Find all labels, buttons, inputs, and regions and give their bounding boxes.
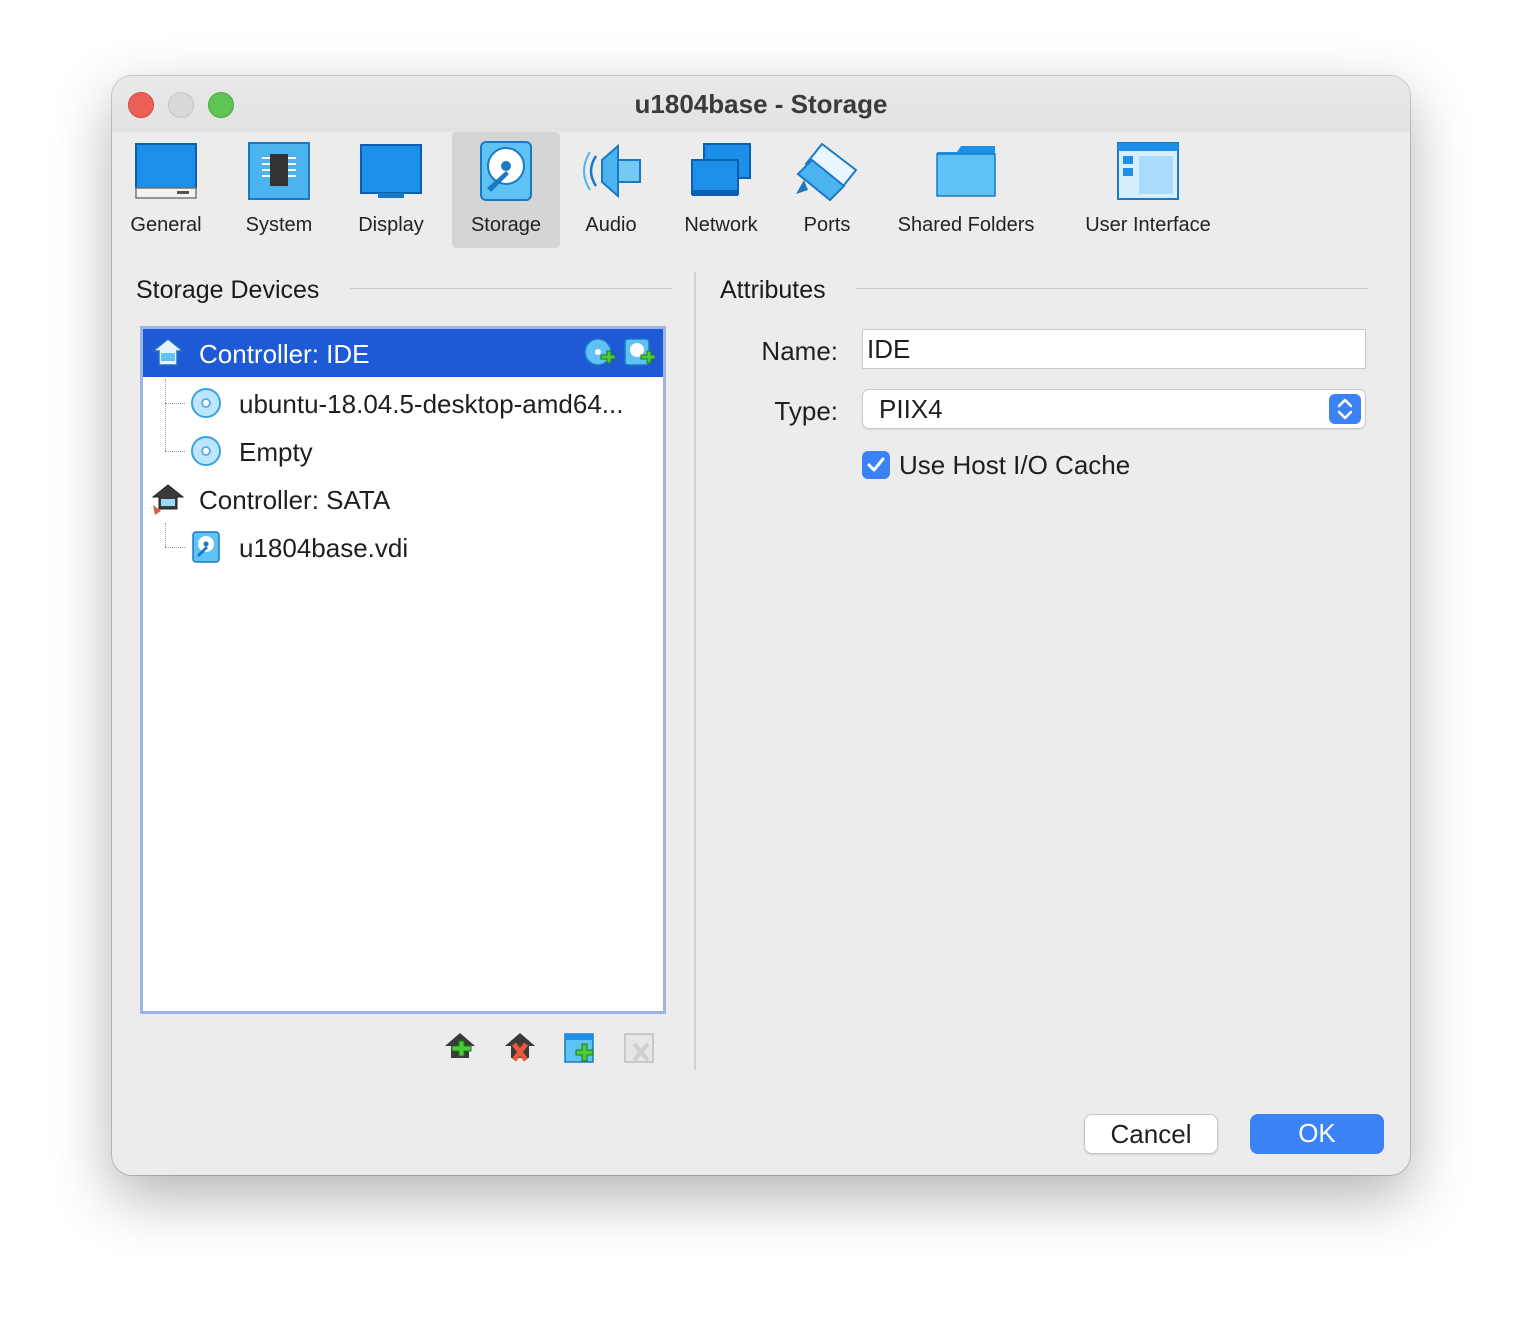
tab-general[interactable]: General <box>122 132 210 248</box>
storage-tree[interactable]: Controller: IDE ubuntu-18.04.5-desktop-a… <box>140 326 666 1014</box>
type-select-value: PIIX4 <box>879 394 943 424</box>
remove-controller-icon[interactable] <box>502 1030 538 1066</box>
general-icon <box>135 143 197 199</box>
title-bar[interactable]: u1804base - Storage <box>112 76 1410 132</box>
tree-item-optical-empty[interactable]: Empty <box>143 427 663 475</box>
storage-devices-title: Storage Devices <box>136 276 320 304</box>
ide-controller-icon <box>151 338 185 366</box>
tab-display[interactable]: Display <box>348 132 434 248</box>
tab-user-interface[interactable]: User Interface <box>1072 132 1224 248</box>
hard-disk-icon <box>192 531 220 563</box>
settings-window: u1804base - Storage General System Displ… <box>112 76 1410 1175</box>
display-monitor-icon <box>360 144 422 198</box>
ok-button[interactable]: OK <box>1250 1114 1384 1154</box>
add-hard-disk-icon[interactable] <box>623 337 655 369</box>
tab-audio[interactable]: Audio <box>568 132 654 248</box>
settings-toolbar: General System Display Storage Audio Net… <box>112 132 1410 250</box>
storage-disk-icon <box>480 141 532 201</box>
add-attachment-icon[interactable] <box>562 1030 598 1066</box>
chevron-up-down-icon <box>1329 394 1361 424</box>
cancel-button[interactable]: Cancel <box>1084 1114 1218 1154</box>
tree-item-controller-ide[interactable]: Controller: IDE <box>143 329 663 377</box>
attributes-separator <box>856 288 1368 289</box>
system-chip-icon <box>248 142 310 200</box>
host-io-cache-label[interactable]: Use Host I/O Cache <box>899 450 1130 481</box>
type-label: Type: <box>774 396 838 426</box>
tab-ports[interactable]: Ports <box>788 132 866 248</box>
remove-attachment-icon <box>624 1033 654 1063</box>
tab-system[interactable]: System <box>234 132 324 248</box>
ports-icon <box>796 142 858 202</box>
tree-item-optical-ubuntu[interactable]: ubuntu-18.04.5-desktop-amd64... <box>143 379 663 427</box>
tab-storage[interactable]: Storage <box>452 132 560 248</box>
type-select[interactable]: PIIX4 <box>862 389 1366 429</box>
attributes-title: Attributes <box>720 276 826 304</box>
host-io-cache-checkbox[interactable] <box>862 451 890 479</box>
tab-shared-folders[interactable]: Shared Folders <box>886 132 1046 248</box>
window-title: u1804base - Storage <box>634 89 888 119</box>
optical-disc-icon <box>191 388 221 418</box>
sata-controller-icon <box>151 484 185 515</box>
tree-item-disk-vdi[interactable]: u1804base.vdi <box>143 523 663 571</box>
name-label: Name: <box>761 336 838 366</box>
add-optical-drive-icon[interactable] <box>583 337 615 369</box>
add-controller-icon[interactable] <box>442 1030 478 1066</box>
user-interface-icon <box>1117 142 1179 200</box>
panel-divider <box>694 272 696 1070</box>
storage-devices-separator <box>350 288 672 289</box>
optical-disc-icon <box>191 436 221 466</box>
folder-icon <box>936 146 996 197</box>
name-field[interactable]: IDE <box>862 329 1366 369</box>
checkmark-icon <box>867 457 885 472</box>
tree-item-controller-sata[interactable]: Controller: SATA <box>143 475 663 523</box>
audio-speaker-icon <box>583 143 641 199</box>
tab-network[interactable]: Network <box>672 132 770 248</box>
network-icon <box>691 143 751 196</box>
